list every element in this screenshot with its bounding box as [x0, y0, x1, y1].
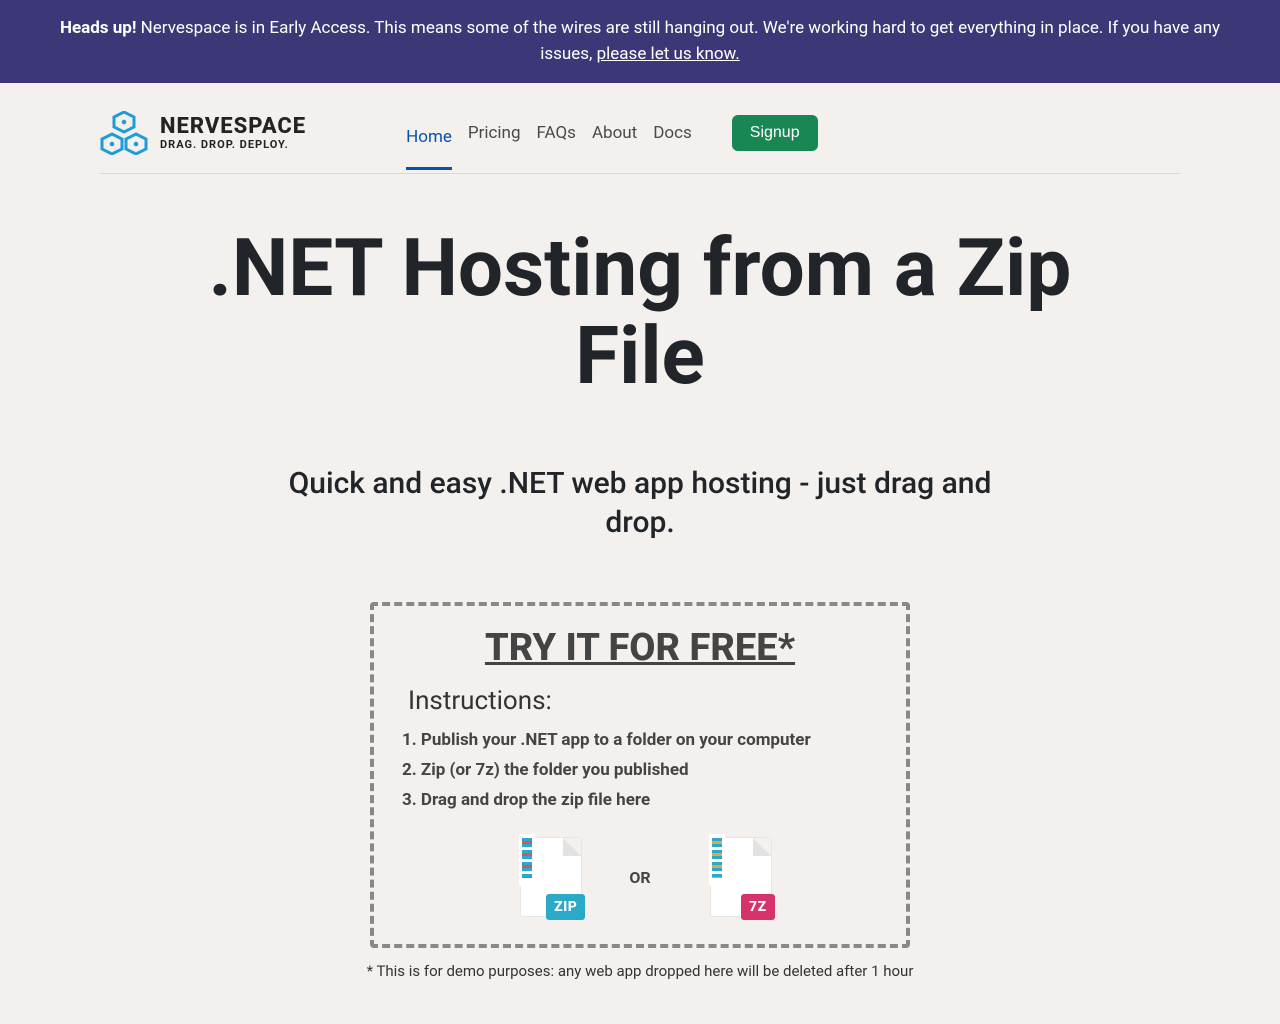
hex-logo-icon: [100, 111, 148, 155]
hero-subtitle: Quick and easy .NET web app hosting - ju…: [280, 464, 1000, 542]
nav-home[interactable]: Home: [406, 119, 452, 170]
step-1: 1. Publish your .NET app to a folder on …: [402, 730, 878, 750]
early-access-banner: Heads up! Nervespace is in Early Access.…: [0, 0, 1280, 83]
hero: .NET Hosting from a Zip File Quick and e…: [100, 174, 1180, 980]
logo[interactable]: NERVESPACE DRAG. DROP. DEPLOY.: [100, 111, 306, 155]
banner-strong: Heads up!: [60, 18, 137, 38]
step-2: 2. Zip (or 7z) the folder you published: [402, 760, 878, 780]
hero-title: .NET Hosting from a Zip File: [160, 224, 1120, 400]
banner-link[interactable]: please let us know.: [597, 44, 740, 64]
logo-tagline: DRAG. DROP. DEPLOY.: [160, 139, 306, 151]
signup-button[interactable]: Signup: [732, 115, 818, 151]
logo-name: NERVESPACE: [160, 115, 306, 139]
header: NERVESPACE DRAG. DROP. DEPLOY. Home Pric…: [100, 83, 1180, 174]
logo-text: NERVESPACE DRAG. DROP. DEPLOY.: [160, 115, 306, 151]
or-separator: OR: [629, 868, 650, 887]
disclaimer: * This is for demo purposes: any web app…: [160, 962, 1120, 980]
nav-faqs[interactable]: FAQs: [537, 115, 576, 151]
nav-about[interactable]: About: [592, 115, 637, 151]
step-3: 3. Drag and drop the zip file here: [402, 790, 878, 810]
instructions-label: Instructions:: [408, 686, 878, 716]
zip-badge: ZIP: [546, 894, 585, 920]
zip-file-icon: ZIP: [509, 834, 581, 920]
dropzone-title: TRY IT FOR FREE*: [402, 626, 878, 670]
nav-docs[interactable]: Docs: [653, 115, 692, 151]
main-nav: Home Pricing FAQs About Docs Signup: [406, 115, 817, 151]
7z-file-icon: 7Z: [699, 834, 771, 920]
nav-pricing[interactable]: Pricing: [468, 115, 521, 151]
dropzone[interactable]: TRY IT FOR FREE* Instructions: 1. Publis…: [370, 602, 910, 948]
file-icons-row: ZIP OR 7Z: [402, 834, 878, 920]
instruction-steps: 1. Publish your .NET app to a folder on …: [402, 730, 878, 810]
7z-badge: 7Z: [741, 894, 775, 920]
